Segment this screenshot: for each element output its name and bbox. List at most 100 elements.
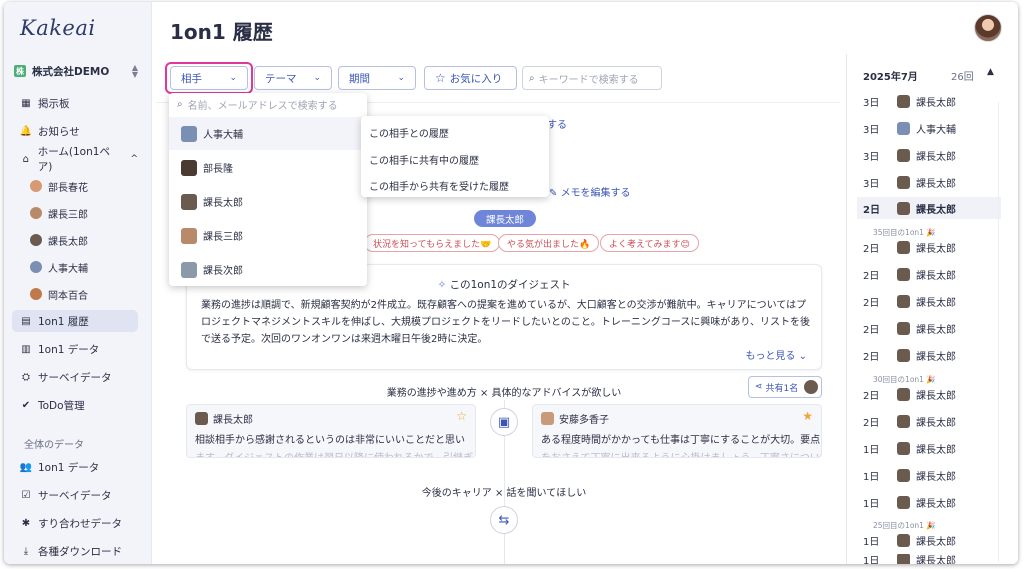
edit-memo-link[interactable]: ✎ メモを編集する	[549, 184, 631, 199]
history-row[interactable]: 3日 課長太郎	[863, 90, 1003, 112]
sidebar-pair-item[interactable]: 岡本百合	[30, 284, 138, 304]
history-row[interactable]: 2日 課長太郎	[863, 236, 1003, 258]
history-day: 3日	[863, 97, 880, 109]
avatar	[897, 121, 910, 135]
avatar	[897, 495, 910, 509]
dropdown-item[interactable]: 課長太郎	[169, 185, 367, 218]
sidebar-item-home[interactable]: ⌂ ホーム(1on1ペア) ^	[12, 146, 138, 173]
dropdown-search-input[interactable]: ⌕ 名前、メールアドレスで検索する	[177, 97, 338, 112]
history-row[interactable]: 1日 課長太郎	[863, 529, 1003, 551]
avatar	[181, 125, 197, 142]
sidebar-item-all-survey[interactable]: ☑ サーベイデータ	[12, 484, 138, 506]
sidebar-pair-item[interactable]: 課長太郎	[30, 230, 138, 250]
history-name: 人事大輔	[916, 124, 956, 136]
avatar	[804, 380, 818, 394]
sidebar-item-alignment[interactable]: ✱ すり合わせデータ	[12, 512, 138, 534]
sidebar-item-bulletin[interactable]: ▦ 掲示板	[12, 92, 138, 114]
star-outline-icon: ☆	[435, 71, 446, 85]
submenu-item[interactable]: この相手との履歴	[369, 125, 449, 140]
submenu-item[interactable]: この相手に共有中の履歴	[369, 152, 479, 167]
sidebar-item-1on1-data[interactable]: ▥ 1on1 データ	[12, 338, 138, 360]
history-row[interactable]: 1日 課長太郎	[863, 491, 1003, 513]
sidebar-item-notice[interactable]: 🔔 お知らせ	[12, 120, 138, 142]
history-name: 課長太郎	[916, 151, 956, 163]
history-row[interactable]: 3日 人事大輔	[863, 117, 1003, 139]
history-name: 課長太郎	[916, 178, 956, 190]
sidebar-item-history[interactable]: ▤ 1on1 履歴	[12, 310, 138, 332]
share-button[interactable]: ⋖ 共有1名	[748, 376, 822, 398]
dropdown-item[interactable]: 人事大輔	[169, 117, 367, 150]
theme-filter-label: テーマ	[265, 72, 297, 85]
avatar	[897, 201, 910, 215]
history-row[interactable]: 3日 課長太郎	[863, 171, 1003, 193]
dropdown-search-placeholder: 名前、メールアドレスで検索する	[187, 101, 338, 112]
history-row[interactable]: 2日 課長太郎	[863, 263, 1003, 285]
avatar	[897, 267, 910, 281]
submenu-item[interactable]: この相手から共有を受けた履歴	[369, 178, 509, 193]
sidebar-item-label: 1on1 データ	[38, 343, 100, 356]
more-link[interactable]: もっと見る ⌄	[745, 347, 807, 362]
history-row[interactable]: 1日 課長太郎	[863, 554, 1003, 564]
history-row[interactable]: 1日 課長太郎	[863, 464, 1003, 486]
chevron-up-icon[interactable]: ^	[130, 154, 138, 164]
period-filter-label: 期間	[349, 72, 370, 85]
comment-text: ある程度時間がかかっても仕事は丁寧にすることが大切。要点	[541, 435, 821, 446]
partner-name-pill: 課長太郎	[474, 210, 536, 227]
star-filled-icon[interactable]: ★	[802, 409, 813, 423]
sidebar-item-label: すり合わせデータ	[38, 517, 122, 530]
history-row[interactable]: 1日 課長太郎	[863, 437, 1003, 459]
sidebar-item-label: お知らせ	[38, 125, 80, 138]
history-row[interactable]: 2日 課長太郎	[863, 410, 1003, 432]
dropdown-item[interactable]: 課長次郎	[169, 253, 367, 286]
avatar	[30, 234, 42, 246]
reaction-tag: 状況を知ってもらえました🤝	[364, 234, 501, 252]
history-row[interactable]: 3日 課長太郎	[863, 144, 1003, 166]
sidebar-item-survey[interactable]: ⛭ サーベイデータ	[12, 366, 138, 388]
reaction-tag: やる気が出ました🔥	[498, 234, 600, 252]
background-link[interactable]: する	[547, 116, 567, 131]
history-day: 2日	[863, 243, 880, 255]
sidebar-item-all-1on1-data[interactable]: 👥 1on1 データ	[12, 456, 138, 478]
check-icon: ✔	[21, 399, 31, 411]
history-name: 課長太郎	[916, 270, 956, 282]
comment-text-faded: をおさえて丁寧に出来るように心掛けましょう。丁寧さについて	[541, 449, 821, 457]
sidebar-pair-item[interactable]: 課長三郎	[30, 203, 138, 223]
sidebar-item-label: サーベイデータ	[38, 489, 112, 502]
user-avatar[interactable]	[974, 14, 1002, 42]
history-row[interactable]: 2日 課長太郎	[863, 383, 1003, 405]
history-row[interactable]: 2日 課長太郎	[863, 317, 1003, 339]
avatar	[897, 240, 910, 254]
comment-author-name: 安藤多香子	[559, 415, 609, 426]
scrollbar[interactable]	[998, 102, 999, 562]
sidebar-pair-item[interactable]: 人事大輔	[30, 257, 138, 277]
caret-up-icon[interactable]: ▲	[987, 67, 994, 77]
sidebar-item-download[interactable]: ⤓ 各種ダウンロード	[12, 540, 138, 562]
star-outline-icon[interactable]: ☆	[456, 409, 467, 423]
org-name: 株式会社DEMO	[32, 65, 110, 78]
sidebar-item-label: 人事大輔	[48, 263, 88, 275]
keyword-search-input[interactable]: ⌕ キーワードで検索する	[522, 66, 662, 90]
sparkle-icon: ✧	[437, 279, 450, 291]
dropdown-item[interactable]: 部長隆	[169, 151, 367, 184]
sidebar-pair-item[interactable]: 部長春花	[30, 176, 138, 196]
dropdown-item[interactable]: 課長三郎	[169, 219, 367, 252]
history-day: 2日	[863, 270, 880, 282]
favorite-filter-button[interactable]: ☆ お気に入り	[424, 66, 517, 90]
avatar	[30, 261, 42, 273]
sidebar-item-label: 課長太郎	[48, 236, 88, 248]
history-row[interactable]: 2日 課長太郎	[863, 344, 1003, 366]
sidebar-item-todo[interactable]: ✔ ToDo管理	[12, 394, 138, 416]
history-row-selected[interactable]: 2日 課長太郎	[857, 197, 1001, 219]
sidebar-item-label: 課長三郎	[48, 209, 88, 221]
period-filter-button[interactable]: 期間 ⌄	[338, 66, 416, 90]
theme-filter-button[interactable]: テーマ ⌄	[254, 66, 332, 90]
history-day: 2日	[863, 417, 880, 429]
section-label: 全体のデータ	[24, 440, 84, 451]
avatar	[181, 227, 197, 244]
history-name: 課長太郎	[916, 390, 956, 402]
avatar	[897, 414, 910, 428]
history-row[interactable]: 2日 課長太郎	[863, 290, 1003, 312]
history-name: 課長太郎	[916, 324, 956, 336]
topic-label: 今後のキャリア × 話を聞いてほしい	[421, 488, 587, 499]
org-switcher[interactable]: 株 株式会社DEMO ▲ ▼	[14, 62, 138, 80]
